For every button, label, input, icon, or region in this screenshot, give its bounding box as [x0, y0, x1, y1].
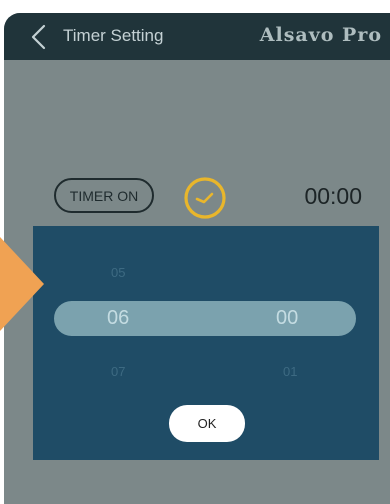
brand-logo: Alsavo Pro	[259, 24, 382, 46]
hour-selected[interactable]: 06	[107, 307, 129, 330]
hour-option-next[interactable]: 07	[111, 364, 125, 379]
chevron-left-icon[interactable]	[28, 24, 50, 50]
page-title: Timer Setting	[63, 26, 164, 45]
selection-bar: 06 00	[54, 301, 356, 336]
app-window: Timer Setting Alsavo Pro TIMER ON 00:00 …	[4, 13, 390, 504]
minute-selected[interactable]: 00	[276, 307, 298, 330]
minute-option-next[interactable]: 01	[283, 364, 297, 379]
timer-value: 00:00	[304, 183, 362, 209]
time-picker: 05 06 00 07 01 OK	[33, 226, 379, 460]
ok-button[interactable]: OK	[169, 405, 245, 442]
screen: Timer Setting Alsavo Pro TIMER ON 00:00 …	[0, 0, 390, 504]
clock-icon	[184, 177, 226, 219]
header-bar: Timer Setting Alsavo Pro	[4, 13, 390, 60]
timer-on-button[interactable]: TIMER ON	[54, 178, 154, 213]
hour-option-prev[interactable]: 05	[111, 265, 125, 280]
pointer-arrow-icon	[0, 237, 44, 331]
